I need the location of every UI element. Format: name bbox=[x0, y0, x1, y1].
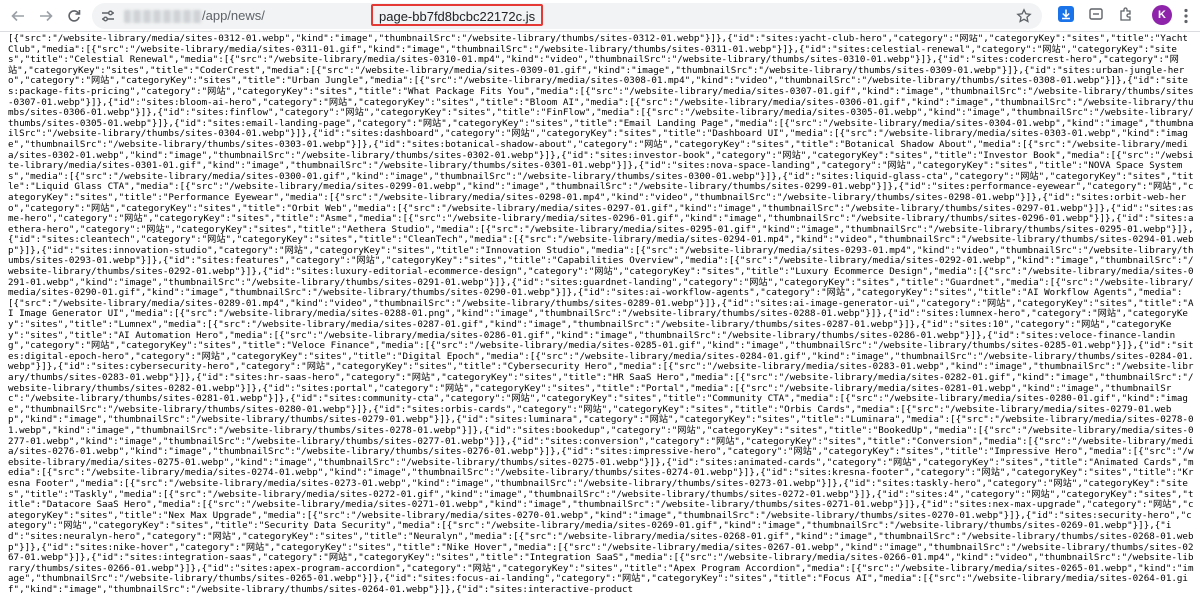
back-button[interactable] bbox=[6, 4, 30, 28]
url-path: /app/news/ bbox=[202, 8, 265, 23]
reload-button[interactable] bbox=[62, 4, 86, 28]
extensions-puzzle-icon bbox=[1118, 6, 1134, 27]
cast-icon bbox=[1088, 6, 1104, 27]
download-icon bbox=[1058, 5, 1074, 27]
kebab-menu-icon[interactable] bbox=[1178, 7, 1194, 25]
forward-button[interactable] bbox=[34, 4, 58, 28]
forward-arrow-icon bbox=[39, 9, 53, 23]
address-bar[interactable]: /app/news/ page-bb7fd8bcbc22172c.js bbox=[92, 3, 1042, 29]
raw-js-source: [{"src":"/website-library/media/sites-03… bbox=[8, 34, 1194, 595]
browser-toolbar: /app/news/ page-bb7fd8bcbc22172c.js K bbox=[0, 0, 1200, 32]
extensions-button[interactable] bbox=[1116, 6, 1136, 26]
url-filename-highlight: page-bb7fd8bcbc22172c.js bbox=[371, 4, 544, 26]
back-arrow-icon bbox=[11, 9, 25, 23]
profile-avatar[interactable]: K bbox=[1152, 5, 1172, 25]
url-host-redacted bbox=[124, 10, 202, 23]
reload-icon bbox=[67, 9, 81, 23]
download-button[interactable] bbox=[1056, 5, 1076, 27]
star-icon[interactable] bbox=[1016, 8, 1032, 24]
site-info-icon[interactable] bbox=[100, 8, 116, 24]
cast-button[interactable] bbox=[1086, 6, 1106, 26]
